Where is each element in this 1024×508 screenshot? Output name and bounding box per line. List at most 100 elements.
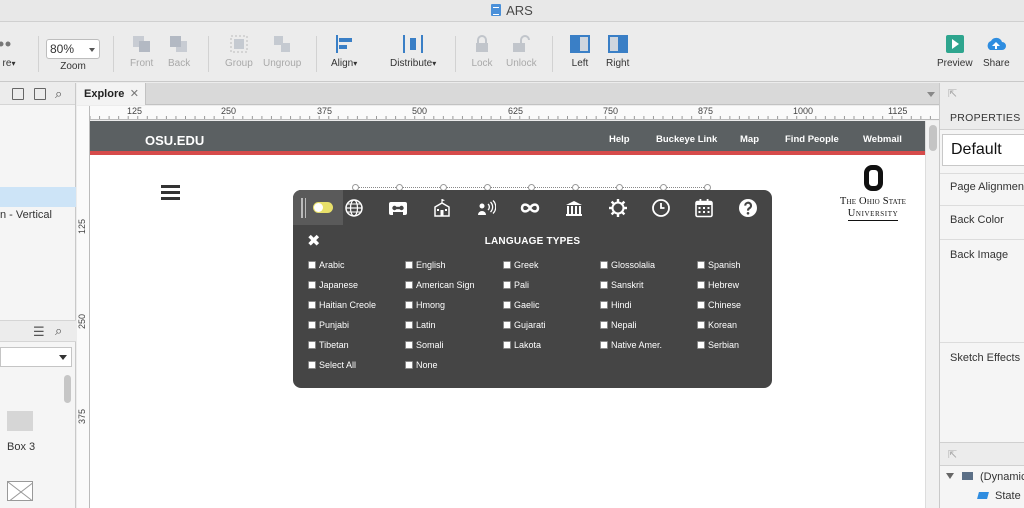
checkbox-box[interactable] <box>503 261 511 269</box>
gear-icon[interactable] <box>608 198 628 218</box>
left-button[interactable]: Left <box>569 34 591 69</box>
school-building-icon[interactable] <box>432 198 452 218</box>
checkbox-select-all[interactable]: Select All <box>308 360 356 370</box>
checkbox-none[interactable]: None <box>405 360 438 370</box>
help-circle-icon[interactable] <box>738 198 758 218</box>
checkbox-box[interactable] <box>405 321 413 329</box>
tab-menu-chevron-icon[interactable] <box>927 92 935 97</box>
checkbox-box[interactable] <box>405 281 413 289</box>
checkbox-box[interactable] <box>503 301 511 309</box>
checkbox-hindi[interactable]: Hindi <box>600 300 632 310</box>
back-image-row[interactable]: Back Image <box>940 239 1024 339</box>
checkbox-box[interactable] <box>600 341 608 349</box>
checkbox-native-amer[interactable]: Native Amer. <box>600 340 662 350</box>
back-button[interactable]: Back <box>168 34 190 69</box>
close-tab-icon[interactable]: ✕ <box>130 83 139 105</box>
library-scrollbar[interactable] <box>64 375 71 403</box>
disclosure-triangle-icon[interactable] <box>946 473 954 479</box>
design-canvas[interactable]: OSU.EDU Help Buckeye Link Map Find Peopl… <box>90 121 925 508</box>
speaker-person-icon[interactable] <box>476 198 497 218</box>
hamburger-menu-icon[interactable] <box>161 185 180 201</box>
checkbox-glossolalia[interactable]: Glossolalia <box>600 260 655 270</box>
nav-link-webmail[interactable]: Webmail <box>863 134 902 145</box>
checkbox-box[interactable] <box>600 261 608 269</box>
preview-button[interactable]: Preview <box>937 34 973 69</box>
nav-link-find-people[interactable]: Find People <box>785 134 839 145</box>
checkbox-box[interactable] <box>308 281 316 289</box>
site-logo[interactable]: OSU.EDU <box>145 133 204 148</box>
checkbox-haitian-creole[interactable]: Haitian Creole <box>308 300 376 310</box>
checkbox-box[interactable] <box>697 301 705 309</box>
page-item-vertical[interactable]: n - Vertical <box>0 209 52 221</box>
checkbox-box[interactable] <box>308 321 316 329</box>
checkbox-box[interactable] <box>600 301 608 309</box>
page-alignment-row[interactable]: Page Alignment <box>940 173 1024 203</box>
unlock-button[interactable]: Unlock <box>506 34 537 69</box>
checkbox-box[interactable] <box>405 261 413 269</box>
checkbox-serbian[interactable]: Serbian <box>697 340 739 350</box>
library-select[interactable] <box>0 347 72 367</box>
checkbox-latin[interactable]: Latin <box>405 320 436 330</box>
checkbox-japanese[interactable]: Japanese <box>308 280 358 290</box>
checkbox-english[interactable]: English <box>405 260 446 270</box>
add-page-icon[interactable] <box>12 88 24 100</box>
nav-link-buckeye-link[interactable]: Buckeye Link <box>656 134 717 145</box>
calendar-icon[interactable] <box>694 198 714 218</box>
checkbox-greek[interactable]: Greek <box>503 260 539 270</box>
checkbox-box[interactable] <box>697 281 705 289</box>
box3-widget[interactable] <box>7 411 33 431</box>
outline-item-dynamic[interactable]: (Dynamic <box>946 471 1024 483</box>
outline-item-state[interactable]: State <box>977 490 1021 502</box>
checkbox-box[interactable] <box>600 281 608 289</box>
checkbox-lakota[interactable]: Lakota <box>503 340 541 350</box>
globe-icon[interactable] <box>344 198 364 218</box>
checkbox-gujarati[interactable]: Gujarati <box>503 320 546 330</box>
cassette-icon[interactable] <box>388 198 408 218</box>
nav-link-map[interactable]: Map <box>740 134 759 145</box>
checkbox-korean[interactable]: Korean <box>697 320 737 330</box>
tab-explore[interactable]: Explore ✕ <box>77 83 146 105</box>
distribute-button[interactable]: Distribute▾ <box>390 34 436 69</box>
clock-icon[interactable] <box>651 198 671 218</box>
scrollbar-thumb[interactable] <box>929 125 937 151</box>
checkbox-box[interactable] <box>503 341 511 349</box>
add-folder-icon[interactable] <box>34 88 46 100</box>
checkbox-box[interactable] <box>697 321 705 329</box>
collapse-arrow-icon[interactable]: ⇱ <box>948 448 957 461</box>
toggle-switch-icon[interactable] <box>313 202 333 213</box>
search-icon[interactable]: ⌕ <box>55 323 62 339</box>
checkbox-somali[interactable]: Somali <box>405 340 444 350</box>
checkbox-box[interactable] <box>308 301 316 309</box>
search-icon[interactable]: ⌕ <box>55 86 62 102</box>
library-icon[interactable] <box>564 198 584 218</box>
nav-link-help[interactable]: Help <box>609 134 630 145</box>
toolbar-more-button[interactable]: re▾ <box>0 34 20 69</box>
group-button[interactable]: Group <box>225 34 253 69</box>
checkbox-box[interactable] <box>600 321 608 329</box>
checkbox-box[interactable] <box>503 281 511 289</box>
sketch-effects-row[interactable]: Sketch Effects <box>940 342 1024 382</box>
canvas-vertical-scrollbar[interactable] <box>925 121 939 508</box>
share-button[interactable]: Share <box>983 34 1010 69</box>
back-color-row[interactable]: Back Color <box>940 205 1024 239</box>
image-placeholder-widget[interactable] <box>7 481 33 501</box>
checkbox-gaelic[interactable]: Gaelic <box>503 300 540 310</box>
checkbox-box[interactable] <box>405 341 413 349</box>
align-button[interactable]: Align▾ <box>331 34 357 69</box>
zoom-select[interactable]: 80% <box>46 39 100 59</box>
checkbox-nepali[interactable]: Nepali <box>600 320 637 330</box>
menu-icon[interactable]: ☰ <box>33 324 45 340</box>
checkbox-box[interactable] <box>697 341 705 349</box>
style-select[interactable]: Default <box>942 134 1024 166</box>
front-button[interactable]: Front <box>130 34 153 69</box>
checkbox-hebrew[interactable]: Hebrew <box>697 280 739 290</box>
checkbox-box[interactable] <box>308 341 316 349</box>
ungroup-button[interactable]: Ungroup <box>263 34 301 69</box>
checkbox-sanskrit[interactable]: Sanskrit <box>600 280 644 290</box>
checkbox-box[interactable] <box>697 261 705 269</box>
checkbox-spanish[interactable]: Spanish <box>697 260 741 270</box>
collapse-arrow-icon[interactable]: ⇱ <box>948 87 957 100</box>
checkbox-arabic[interactable]: Arabic <box>308 260 345 270</box>
checkbox-american-sign[interactable]: American Sign <box>405 280 475 290</box>
checkbox-box[interactable] <box>405 361 413 369</box>
